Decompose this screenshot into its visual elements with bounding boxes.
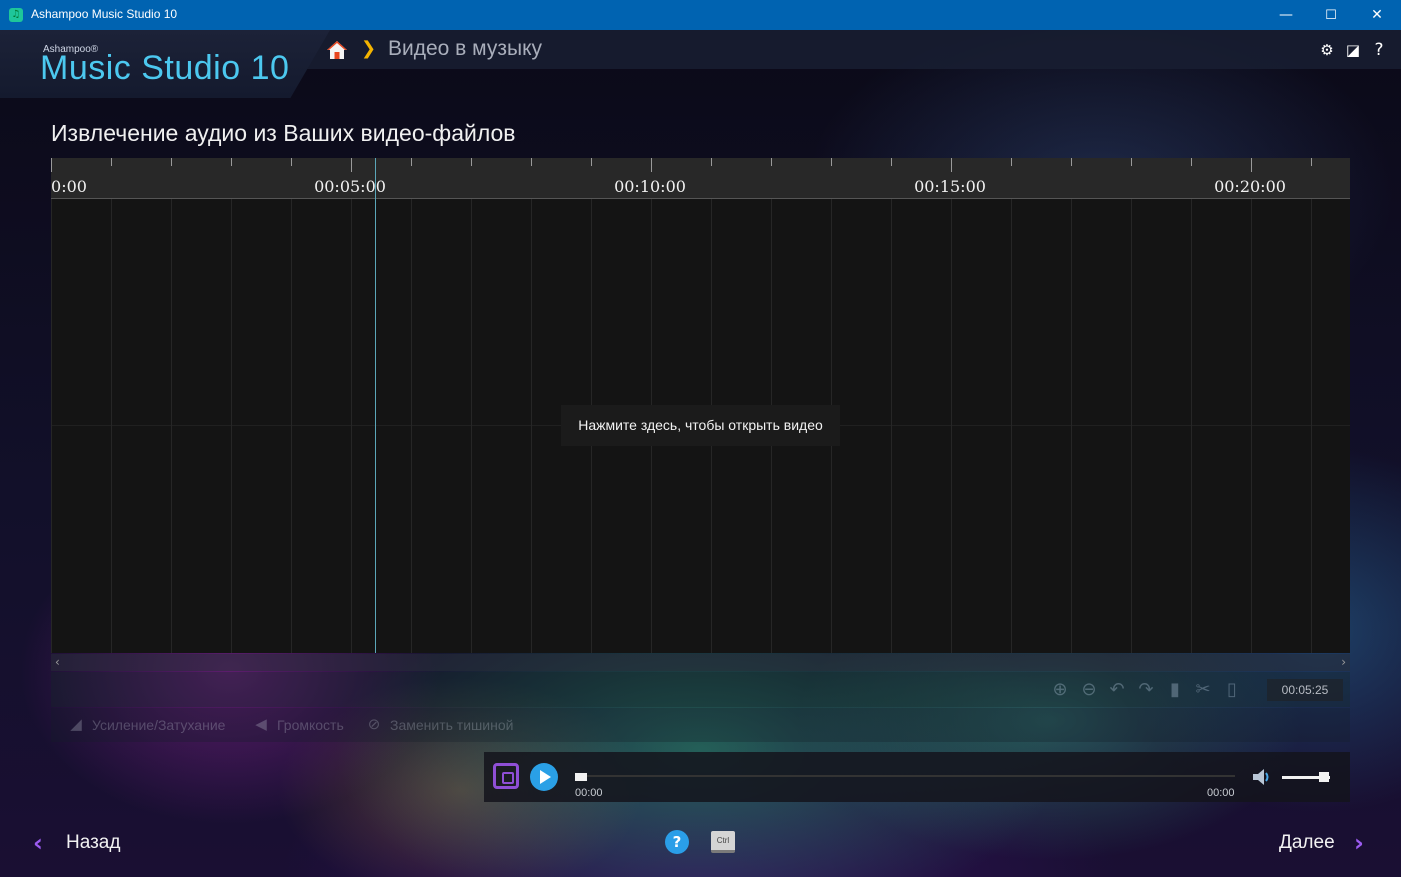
copy-icon[interactable]: ▮ [1164, 679, 1186, 701]
timeline-ruler[interactable]: 0:00 00:05:00 00:10:00 00:15:00 00:20:00 [51, 158, 1350, 199]
speaker-icon[interactable] [1251, 766, 1273, 788]
help-icon[interactable]: ? [1370, 41, 1388, 59]
grid-line [111, 199, 112, 653]
ruler-tick [891, 158, 892, 166]
grid-line [471, 199, 472, 653]
playhead[interactable] [375, 158, 376, 653]
home-icon[interactable] [326, 39, 348, 61]
ruler-tick [1251, 158, 1252, 172]
ruler-tick [351, 158, 352, 172]
time-total: 00:00 [1207, 787, 1235, 799]
fade-label: Усиление/Затухание [92, 717, 226, 733]
silence-label: Заменить тишиной [390, 717, 514, 733]
grid-line [231, 199, 232, 653]
play-button[interactable] [530, 763, 558, 791]
ruler-tick [831, 158, 832, 166]
paste-icon[interactable]: ▯ [1221, 679, 1243, 701]
ruler-tick [171, 158, 172, 166]
ruler-tick [291, 158, 292, 166]
volume-handle[interactable] [1319, 772, 1329, 782]
fade-icon: ◢ [70, 716, 82, 733]
ruler-tick [1011, 158, 1012, 166]
ruler-tick [1131, 158, 1132, 166]
silence-icon: ⊘ [367, 716, 381, 733]
scroll-left-button[interactable]: ‹ [55, 655, 60, 669]
grid-line [411, 199, 412, 653]
help-button[interactable]: ? [665, 830, 689, 854]
grid-line [891, 199, 892, 653]
next-button[interactable]: Далее [1279, 832, 1335, 854]
ruler-tick [651, 158, 652, 172]
zoom-in-icon[interactable]: ⊕ [1049, 679, 1071, 701]
window-titlebar: ♫ Ashampoo Music Studio 10 — ☐ ✕ [0, 0, 1401, 30]
gear-icon[interactable]: ⚙ [1318, 41, 1336, 59]
grid-line [291, 199, 292, 653]
ruler-label: 00:20:00 [1214, 177, 1286, 196]
ruler-label: 00:10:00 [614, 177, 686, 196]
grid-line [1131, 199, 1132, 653]
cursor-timecode: 00:05:25 [1267, 679, 1343, 701]
loop-icon[interactable] [493, 763, 519, 789]
grid-line [1191, 199, 1192, 653]
ruler-tick [231, 158, 232, 166]
ruler-tick [951, 158, 952, 172]
ruler-label: 00:15:00 [914, 177, 986, 196]
ruler-tick [591, 158, 592, 166]
fade-button[interactable]: ◢ Усиление/Затухание [66, 716, 225, 734]
minimize-button[interactable]: — [1263, 0, 1309, 30]
grid-line [531, 199, 532, 653]
ruler-tick [51, 158, 52, 172]
back-button[interactable]: Назад [66, 832, 120, 854]
cut-icon[interactable]: ✂ [1192, 679, 1214, 701]
grid-line [351, 199, 352, 653]
breadcrumb-separator: ❯ [361, 38, 377, 59]
grid-line [171, 199, 172, 653]
close-button[interactable]: ✕ [1354, 0, 1400, 30]
grid-line [1311, 199, 1312, 653]
grid-line [1251, 199, 1252, 653]
effects-toolbar [51, 708, 1350, 742]
volume-effect-label: Громкость [277, 717, 344, 733]
ruler-tick [1071, 158, 1072, 166]
time-elapsed: 00:00 [575, 787, 603, 799]
zoom-out-icon[interactable]: ⊖ [1078, 679, 1100, 701]
window-title: Ashampoo Music Studio 10 [31, 7, 178, 21]
open-video-button[interactable]: Нажмите здесь, чтобы открыть видео [561, 405, 840, 446]
ruler-tick [771, 158, 772, 166]
ruler-label: 0:00 [51, 177, 87, 196]
silence-button[interactable]: ⊘ Заменить тишиной [364, 716, 514, 734]
ruler-tick [531, 158, 532, 166]
ruler-tick [1311, 158, 1312, 166]
timeline-scrollbar[interactable]: ‹ › [51, 654, 1350, 671]
breadcrumb-current: Видео в музыку [388, 37, 542, 60]
ctrl-key-icon[interactable]: Ctrl [711, 831, 735, 853]
play-icon [540, 770, 551, 784]
app-icon: ♫ [9, 8, 23, 22]
grid-line [951, 199, 952, 653]
grid-line [1011, 199, 1012, 653]
ruler-tick [471, 158, 472, 166]
brand-product: Music Studio 10 [40, 49, 290, 87]
undo-icon[interactable]: ↶ [1106, 679, 1128, 701]
scroll-right-button[interactable]: › [1341, 655, 1346, 669]
redo-icon[interactable]: ↷ [1135, 679, 1157, 701]
volume-effect-icon: ◀ [255, 716, 267, 733]
chevron-right-icon[interactable]: › [1354, 829, 1364, 857]
ruler-tick [111, 158, 112, 166]
notes-icon[interactable]: ◪ [1344, 41, 1362, 59]
maximize-button[interactable]: ☐ [1308, 0, 1354, 30]
grid-line [1071, 199, 1072, 653]
volume-effect-button[interactable]: ◀ Громкость [251, 716, 344, 734]
seek-bar[interactable] [575, 775, 1235, 777]
seek-handle[interactable] [575, 773, 587, 781]
chevron-left-icon[interactable]: ‹ [33, 829, 43, 857]
grid-line [51, 199, 52, 653]
ruler-tick [411, 158, 412, 166]
page-title: Извлечение аудио из Ваших видео-файлов [51, 120, 516, 146]
ruler-tick [711, 158, 712, 166]
ruler-tick [1191, 158, 1192, 166]
